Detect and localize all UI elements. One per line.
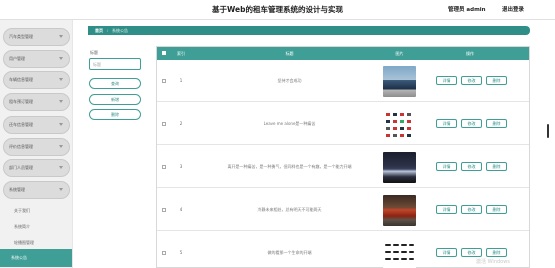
detail-button[interactable]: 详情 — [436, 162, 457, 171]
caret-down-icon — [59, 35, 63, 38]
caret-down-icon — [59, 57, 63, 60]
row-index: 5 — [179, 250, 183, 255]
table-row: 2 Leave me alone是一种痛苦 详情 修改 删除 — [157, 103, 529, 145]
car-fleet-thumbnail-image — [383, 238, 416, 268]
edit-button[interactable]: 修改 — [461, 205, 482, 214]
detail-button[interactable]: 详情 — [436, 119, 457, 128]
add-button[interactable]: 新增 — [89, 94, 141, 105]
sidebar-menu-label: 汽车类型管理 — [9, 34, 33, 39]
edit-button[interactable]: 修改 — [461, 248, 482, 257]
sidebar-menu-returns[interactable]: 还车信息管理 — [3, 116, 70, 134]
sidebar-menu-label: 还车信息管理 — [9, 122, 33, 127]
scrollbar-thumb[interactable] — [547, 124, 549, 138]
logout-link[interactable]: 退出登录 — [502, 5, 524, 13]
row-checkbox[interactable] — [162, 208, 166, 212]
table-row: 1 坚持才会成功 详情 修改 删除 — [157, 60, 529, 102]
caret-down-icon — [59, 123, 63, 126]
delete-button[interactable]: 删除 — [89, 109, 141, 120]
admin-user-label[interactable]: 管理员 admin — [448, 5, 486, 13]
row-title: 做的看那一个生命的开端 — [267, 250, 312, 255]
car-logos-thumbnail-image — [383, 109, 416, 140]
sidebar-menu-label: 系统管理 — [9, 187, 25, 192]
caret-down-icon — [59, 166, 63, 169]
sidebar-menu-label: 用户管理 — [9, 56, 25, 61]
row-title: Leave me alone是一种痛苦 — [263, 121, 316, 126]
search-title-input[interactable] — [89, 58, 141, 70]
sidebar-menu-reservations[interactable]: 租车预订管理 — [3, 93, 70, 111]
sidebar-item-label: 系统简介 — [14, 224, 30, 229]
row-title: 冷静未来相处，总有明天不可能两天 — [257, 207, 322, 212]
header-actions: 操作 — [466, 51, 474, 56]
row-index: 1 — [179, 78, 183, 83]
row-checkbox[interactable] — [162, 79, 166, 83]
sidebar-menu-vehicle-info[interactable]: 车辆信息管理 — [3, 71, 70, 89]
row-title: 离开是一种痛苦，是一种勇气，但同样也是一个有趣，是一个能力开端 — [227, 164, 352, 169]
car-logos-icon — [386, 113, 411, 137]
edit-button[interactable]: 修改 — [461, 76, 482, 85]
announcement-table: 索引 标题 图片 操作 1 坚持才会成功 详情 修改 删除 2 Leave me… — [156, 46, 530, 268]
detail-button[interactable]: 详情 — [436, 205, 457, 214]
caret-down-icon — [59, 100, 63, 103]
search-title-label: 标题 — [90, 50, 98, 55]
sidebar-item-label: 关于我们 — [14, 208, 30, 213]
row-checkbox[interactable] — [162, 122, 166, 126]
row-delete-button[interactable]: 删除 — [486, 162, 507, 171]
sidebar-menu-reviews[interactable]: 评价信息管理 — [3, 138, 70, 156]
detail-button[interactable]: 详情 — [436, 248, 457, 257]
table-row: 5 做的看那一个生命的开端 详情 修改 删除 — [157, 232, 529, 268]
breadcrumb-separator: / — [107, 28, 109, 33]
detail-button[interactable]: 详情 — [436, 76, 457, 85]
sidebar-menu-users[interactable]: 用户管理 — [3, 50, 70, 68]
sidebar-item-announcements[interactable]: 系统公告 — [0, 249, 72, 267]
header-index: 索引 — [177, 51, 185, 56]
car-thumbnail-image — [383, 195, 416, 226]
table-header: 索引 标题 图片 操作 — [157, 47, 529, 60]
sidebar-menu-label: 租车预订管理 — [9, 99, 33, 104]
sidebar: 汽车类型管理 用户管理 车辆信息管理 租车预订管理 还车信息管理 评价信息管理 … — [0, 20, 73, 268]
sidebar-menu-label: 评价信息管理 — [9, 144, 33, 149]
windows-activation-watermark: 激活 Windows — [476, 259, 510, 265]
header-image: 图片 — [395, 51, 404, 56]
sidebar-menu-car-type[interactable]: 汽车类型管理 — [3, 28, 70, 46]
caret-down-icon — [59, 145, 63, 148]
row-index: 2 — [179, 121, 183, 126]
sidebar-item-label: 轮播图管理 — [14, 240, 34, 245]
breadcrumb-home[interactable]: 首页 — [95, 28, 103, 34]
row-delete-button[interactable]: 删除 — [486, 119, 507, 128]
row-delete-button[interactable]: 删除 — [486, 248, 507, 257]
sidebar-item-label: 系统公告 — [11, 255, 27, 260]
caret-down-icon — [59, 78, 63, 81]
breadcrumb: 首页 / 系统公告 — [88, 26, 530, 35]
row-checkbox[interactable] — [162, 165, 166, 169]
query-button[interactable]: 查询 — [89, 78, 141, 89]
row-checkbox[interactable] — [162, 251, 166, 255]
row-index: 3 — [179, 164, 183, 169]
sidebar-menu-staff[interactable]: 部门人员管理 — [3, 159, 70, 177]
car-thumbnail-image — [383, 66, 416, 97]
header-title: 标题 — [285, 51, 294, 56]
table-row: 4 冷静未来相处，总有明天不可能两天 详情 修改 删除 — [157, 189, 529, 231]
row-index: 4 — [179, 207, 183, 212]
edit-button[interactable]: 修改 — [461, 119, 482, 128]
row-delete-button[interactable]: 删除 — [486, 205, 507, 214]
table-row: 3 离开是一种痛苦，是一种勇气，但同样也是一个有趣，是一个能力开端 详情 修改 … — [157, 146, 529, 188]
car-thumbnail-image — [383, 152, 416, 183]
breadcrumb-current: 系统公告 — [112, 28, 128, 33]
sidebar-menu-system[interactable]: 系统管理 — [3, 181, 70, 199]
caret-down-icon — [59, 188, 63, 191]
row-delete-button[interactable]: 删除 — [486, 76, 507, 85]
select-all-checkbox[interactable] — [162, 51, 166, 55]
top-bar: 基于Web的租车管理系统的设计与实现 管理员 admin 退出登录 — [0, 0, 555, 20]
row-title: 坚持才会成功 — [277, 78, 302, 83]
sidebar-menu-label: 部门人员管理 — [9, 165, 33, 170]
edit-button[interactable]: 修改 — [461, 162, 482, 171]
sidebar-menu-label: 车辆信息管理 — [9, 77, 33, 82]
car-fleet-icon — [385, 244, 414, 260]
